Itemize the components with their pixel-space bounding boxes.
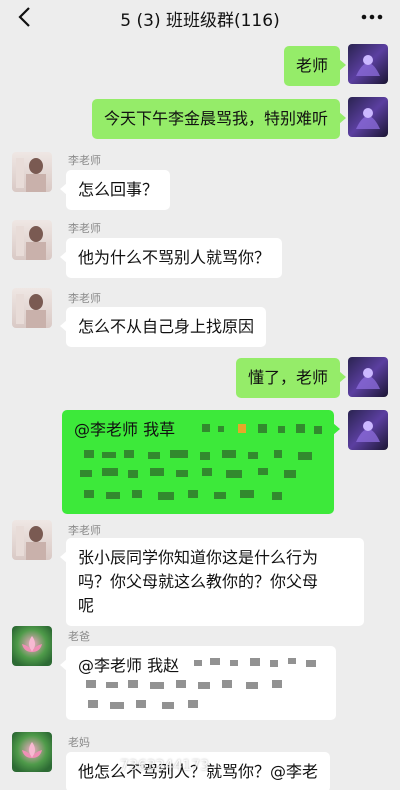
message-text-line: 张小辰同学你知道你这是什么行为: [78, 548, 319, 567]
group-title: 5 (3) 班班级群(116): [120, 10, 280, 31]
message-bubble[interactable]: 老师: [283, 46, 347, 86]
message-text: 懂了，老师: [247, 368, 328, 387]
censored-message-bubble[interactable]: @李老师 我赵: [60, 646, 336, 720]
chevron-left-icon[interactable]: [14, 6, 36, 28]
message-text: 怎么回事？: [78, 180, 159, 199]
sender-name: 老妈: [68, 736, 90, 749]
message-text: 他为什么不骂别人就骂你？: [78, 248, 271, 267]
message-text: 今天下午李金晨骂我，特别难听: [103, 109, 328, 128]
message-bubble[interactable]: 怎么回事？: [59, 170, 171, 210]
dad-avatar[interactable]: [12, 626, 52, 666]
message-bubble[interactable]: 他为什么不骂别人就骂你？: [59, 238, 283, 278]
message-text: 老师: [295, 56, 328, 75]
message-text-line: 吗？你父母就这么教你的？你父母: [78, 572, 319, 591]
message-bubble[interactable]: 怎么不从自己身上找原因: [59, 307, 267, 347]
more-dots-icon[interactable]: [360, 10, 384, 24]
censored-message-bubble[interactable]: @李老师 我草: [62, 410, 340, 514]
message-bubble[interactable]: 张小辰同学你知道你这是什么行为 吗？你父母就这么教你的？你父母 呢: [60, 538, 364, 626]
chat-header: 5 (3) 班班级群(116): [0, 0, 400, 36]
teacher-avatar[interactable]: [12, 152, 52, 192]
mom-avatar[interactable]: [12, 732, 52, 772]
mosaic-blur: [86, 658, 316, 709]
sender-name: 李老师: [68, 524, 101, 537]
my-avatar[interactable]: [348, 357, 388, 397]
my-avatar[interactable]: [348, 97, 388, 137]
sender-name: 李老师: [68, 154, 101, 167]
teacher-avatar[interactable]: [12, 220, 52, 260]
my-avatar[interactable]: [348, 44, 388, 84]
teacher-avatar[interactable]: [12, 520, 52, 560]
message-bubble[interactable]: 今天下午李金晨骂我，特别难听: [91, 99, 347, 139]
teacher-avatar[interactable]: [12, 288, 52, 328]
mosaic-blur: [80, 424, 322, 500]
message-bubble[interactable]: 懂了，老师: [235, 358, 347, 398]
sender-name: 李老师: [68, 292, 101, 305]
message-text-line: 呢: [78, 596, 95, 615]
sender-name: 老爸: [68, 630, 90, 643]
my-avatar[interactable]: [348, 410, 388, 450]
sender-name: 李老师: [68, 222, 101, 235]
watermark: 7363244173: [120, 758, 210, 774]
message-text: 怎么不从自己身上找原因: [78, 317, 255, 336]
